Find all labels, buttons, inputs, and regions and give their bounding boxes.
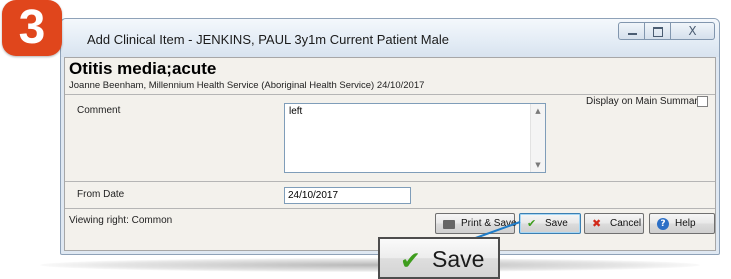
callout-save-label: Save [432,246,485,272]
checkmark-icon: ✔ [400,246,421,275]
callout-connector [469,221,521,241]
save-button-callout: ✔ Save [378,237,500,279]
